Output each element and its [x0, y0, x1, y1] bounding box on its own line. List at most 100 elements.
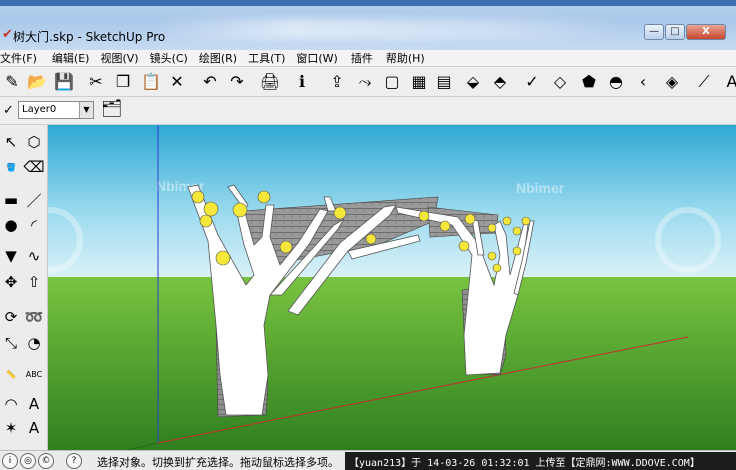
model-info-icon[interactable]: ℹ — [290, 70, 314, 94]
menu-bar: 文件(F) 编辑(E) 视图(V) 镜头(C) 绘图(R) 工具(T) 窗口(W… — [0, 50, 736, 67]
fruit — [492, 263, 502, 273]
fruit — [464, 213, 476, 225]
line-icon[interactable]: ／ — [23, 189, 45, 211]
text-icon[interactable]: A — [23, 393, 45, 415]
make-component-icon[interactable]: ⬡ — [23, 131, 45, 153]
fruit — [512, 246, 522, 256]
follow-me-icon[interactable]: ➿ — [23, 306, 45, 328]
left-toolbar: ↖ ⬡ 🪣 ⌫ ▬ ／ ● ◜ ▼ ∿ ✥ ⇧ ⟳ ➿ ⤡ ◔ 📏 ABC ◠ A ✶ A — [0, 125, 48, 450]
menu-camera[interactable]: 镜头(C) — [146, 50, 195, 66]
smoove-icon[interactable]: ⬟ — [577, 70, 601, 94]
info-circle-icon[interactable]: i — [2, 453, 18, 469]
sketchup-app-icon: ✔ — [2, 27, 13, 42]
redo-icon[interactable]: ↷ — [225, 70, 249, 94]
polygon-icon[interactable]: ▼ — [0, 245, 22, 267]
rotate-icon[interactable]: ⟳ — [0, 306, 22, 328]
fruit — [215, 250, 231, 266]
intersect-icon[interactable]: ◓ — [604, 70, 628, 94]
fruit — [365, 233, 377, 245]
credits-icon[interactable]: © — [38, 453, 54, 469]
push-pull-icon[interactable]: ⇧ — [23, 271, 45, 293]
geo-location-icon[interactable]: ◎ — [20, 453, 36, 469]
eraser-icon[interactable]: ⌫ — [23, 156, 45, 178]
from-contours-icon[interactable]: ‹ — [631, 70, 655, 94]
layer-dropdown[interactable]: Layer0 ▼ — [18, 101, 94, 119]
follow-me-icon[interactable]: ⤳ — [353, 70, 377, 94]
minimize-button[interactable]: — — [644, 24, 664, 40]
3d-text-icon[interactable]: A — [23, 417, 45, 439]
paste-icon[interactable]: 📋 — [139, 70, 163, 94]
open-folder-icon[interactable]: 📂 — [25, 70, 49, 94]
stamp-icon[interactable]: ⬙ — [461, 70, 485, 94]
title-blur — [150, 18, 630, 40]
menu-edit[interactable]: 编辑(E) — [44, 50, 97, 66]
fruit — [279, 240, 293, 254]
axes-icon[interactable]: ✶ — [0, 417, 22, 439]
fruit — [257, 190, 271, 204]
drape-icon[interactable]: ⬘ — [488, 70, 512, 94]
layer-toolbar: ✓ Layer0 ▼ 🗂 — [0, 97, 736, 125]
cut-icon[interactable]: ✂ — [84, 70, 108, 94]
menu-tools[interactable]: 工具(T) — [244, 50, 292, 66]
scale-icon[interactable]: ⤡ — [0, 332, 22, 354]
fruit — [458, 240, 470, 252]
menu-draw[interactable]: 绘图(R) — [195, 50, 244, 66]
push-pull-icon[interactable]: ⇪ — [325, 70, 349, 94]
move-icon[interactable]: ✥ — [0, 271, 22, 293]
menu-plugins[interactable]: 插件 — [345, 50, 380, 66]
from-scratch-icon[interactable]: ◈ — [660, 70, 684, 94]
offset-icon[interactable]: ◔ — [23, 332, 45, 354]
layer-manager-icon[interactable]: 🗂 — [101, 99, 123, 119]
menu-view[interactable]: 视图(V) — [96, 50, 145, 66]
close-button[interactable]: X — [686, 24, 726, 40]
select-arrow-icon[interactable]: ↖ — [0, 131, 22, 153]
window-title: 树大门.skp - SketchUp Pro — [13, 30, 166, 44]
save-icon[interactable]: 💾 — [52, 70, 76, 94]
fruit — [512, 226, 522, 236]
layer-dropdown-value: Layer0 — [22, 104, 57, 115]
print-icon[interactable]: 🖨 — [258, 70, 282, 94]
erase-icon[interactable]: ✕ — [165, 70, 189, 94]
protractor-icon[interactable]: ◠ — [0, 393, 22, 415]
fruit — [232, 202, 248, 218]
section-plane-icon[interactable]: ▦ — [407, 70, 431, 94]
paint-bucket-icon[interactable]: 🪣 — [0, 156, 22, 178]
undo-icon[interactable]: ↶ — [198, 70, 222, 94]
ground — [48, 277, 736, 450]
flip-edge-icon[interactable]: ◇ — [548, 70, 572, 94]
circle-icon[interactable]: ● — [0, 214, 22, 236]
upload-watermark-text: 【yuan213】于 14-03-26 01:32:01 上传至【定鼎网:WWW… — [349, 458, 700, 469]
help-icon[interactable]: ? — [66, 453, 82, 469]
status-bar: i ◎ © ? 选择对象。切换到扩充选择。拖动鼠标选择多项。 【yuan213】… — [0, 450, 736, 470]
rectangle-icon[interactable]: ▬ — [0, 189, 22, 211]
menu-window[interactable]: 窗口(W) — [292, 50, 344, 66]
text-tool-icon[interactable]: A — [720, 70, 736, 94]
current-layer-check-icon: ✓ — [3, 103, 14, 118]
offset-icon[interactable]: ▢ — [380, 70, 404, 94]
copy-icon[interactable]: ❐ — [111, 70, 135, 94]
new-file-icon[interactable]: ✎ — [0, 70, 24, 94]
maximize-button[interactable]: □ — [665, 24, 685, 40]
fruit — [487, 251, 497, 261]
main-toolbar: ✎ 📂 💾 ✂ ❐ 📋 ✕ ↶ ↷ 🖨 ℹ ⇪ ⤳ ▢ ▦ ▤ ⬙ ⬘ ✓ ◇ ⬟ ◓ ‹ ◈ ⟋ A — [0, 67, 736, 97]
fruit — [521, 216, 531, 226]
title-bar: ✔ 树大门.skp - SketchUp Pro — □ X — [0, 0, 736, 50]
watermark-right: Nbimer — [516, 180, 565, 196]
tape-measure-icon[interactable]: 📏 — [0, 363, 22, 385]
add-detail-icon[interactable]: ✓ — [520, 70, 544, 94]
status-icons: i ◎ © ? — [2, 453, 82, 469]
fruit — [418, 210, 430, 222]
chevron-down-icon[interactable]: ▼ — [79, 102, 93, 118]
fruit — [333, 206, 347, 220]
fruit — [203, 201, 219, 217]
sandbox-mesh-icon[interactable]: ▤ — [432, 70, 456, 94]
fruit — [502, 216, 512, 226]
menu-help[interactable]: 帮助(H) — [380, 50, 432, 66]
scene-canvas[interactable]: Nbimer Nbimer — [48, 125, 736, 450]
dimension-icon[interactable]: ⟋ — [692, 70, 716, 94]
freehand-icon[interactable]: ∿ — [23, 245, 45, 267]
3d-viewport[interactable]: Nbimer Nbimer — [48, 125, 736, 450]
dimension-icon[interactable]: ABC — [23, 363, 45, 385]
arc-icon[interactable]: ◜ — [23, 214, 45, 236]
menu-file[interactable]: 文件(F) — [0, 50, 44, 66]
